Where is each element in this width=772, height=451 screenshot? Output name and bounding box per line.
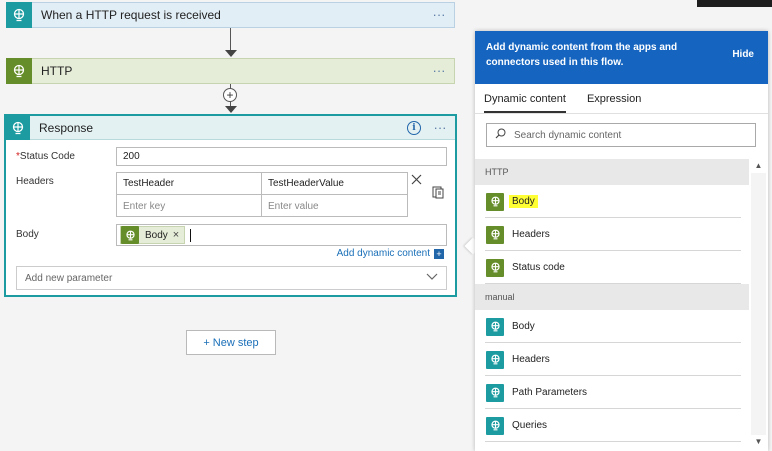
header-value-input[interactable]: TestHeaderValue (262, 173, 407, 195)
response-menu-button[interactable]: ··· (429, 121, 451, 134)
item-label: Headers (512, 229, 550, 240)
trigger-title: When a HTTP request is received (41, 8, 221, 22)
response-card[interactable]: Response i ··· *Status Code 200 Headers … (4, 114, 457, 297)
tab-dynamic-content[interactable]: Dynamic content (484, 93, 566, 113)
arrow-down-icon (225, 106, 237, 113)
chevron-down-icon (426, 272, 438, 284)
panel-tabs: Dynamic content Expression (475, 84, 768, 114)
globe-icon (486, 317, 504, 336)
http-globe-icon (6, 58, 32, 84)
window-corner (697, 0, 772, 7)
token-globe-icon (121, 226, 139, 244)
globe-icon (486, 383, 504, 402)
response-header[interactable]: Response i ··· (6, 115, 455, 140)
add-dynamic-content-link[interactable]: Add dynamic content (337, 248, 430, 259)
body-label: Body (16, 229, 39, 240)
globe-icon (486, 258, 504, 277)
http-card[interactable]: HTTP ··· (6, 58, 455, 84)
scroll-up-icon[interactable]: ▲ (751, 159, 766, 173)
item-label: Body (512, 321, 535, 332)
globe-icon (486, 192, 504, 211)
connector-line (230, 28, 231, 52)
search-icon (495, 128, 506, 142)
http-menu-button[interactable]: ··· (428, 64, 450, 77)
response-globe-icon (6, 115, 30, 140)
new-step-button[interactable]: + New step (186, 330, 276, 355)
switch-to-text-mode-button[interactable] (432, 186, 444, 202)
section-header-manual: manual (475, 284, 749, 310)
list-item-http-status-code[interactable]: Status code (475, 251, 749, 284)
trigger-menu-button[interactable]: ··· (428, 8, 450, 21)
text-mode-icon (432, 186, 444, 199)
list-item-manual-body[interactable]: Body (475, 310, 749, 343)
item-label: Path Parameters (512, 387, 588, 398)
list-item-manual-path-parameters[interactable]: Path Parameters (475, 376, 749, 409)
insert-step-button[interactable]: + (223, 88, 237, 102)
headers-table: TestHeader TestHeaderValue Enter key Ent… (116, 172, 408, 217)
section-header-http: HTTP (475, 159, 749, 185)
info-icon[interactable]: i (407, 120, 421, 135)
body-token-label: Body (145, 229, 168, 241)
scroll-down-icon[interactable]: ▼ (751, 435, 766, 449)
add-dynamic-content-icon[interactable]: + (434, 249, 444, 259)
status-code-input[interactable]: 200 (116, 147, 447, 166)
search-placeholder: Search dynamic content (514, 129, 622, 141)
new-header-value-input[interactable]: Enter value (262, 195, 407, 217)
list-item-manual-queries[interactable]: Queries (475, 409, 749, 442)
scroll-track[interactable] (751, 173, 766, 435)
globe-icon (486, 350, 504, 369)
list-item-http-headers[interactable]: Headers (475, 218, 749, 251)
dynamic-content-list: HTTP Body Headers Status code manual Bod… (475, 159, 749, 442)
new-header-key-input[interactable]: Enter key (117, 195, 262, 217)
globe-icon (486, 416, 504, 435)
close-icon (411, 174, 422, 185)
header-key-input[interactable]: TestHeader (117, 173, 262, 195)
item-label: Queries (512, 420, 548, 431)
body-token[interactable]: Body × (120, 226, 186, 244)
panel-header-text: Add dynamic content from the apps and co… (486, 42, 678, 68)
http-title: HTTP (41, 64, 73, 78)
body-input[interactable]: Body × (116, 224, 447, 246)
delete-header-button[interactable] (411, 174, 422, 188)
globe-icon (486, 225, 504, 244)
item-label: Headers (512, 354, 550, 365)
headers-label: Headers (16, 176, 54, 187)
item-label: Body (509, 195, 538, 208)
remove-token-button[interactable]: × (173, 229, 179, 241)
trigger-globe-icon (6, 2, 32, 28)
panel-scrollbar[interactable]: ▲ ▼ (751, 159, 766, 449)
panel-header: Add dynamic content from the apps and co… (475, 31, 768, 84)
status-code-label-text: Status Code (19, 151, 75, 162)
dynamic-content-panel: Add dynamic content from the apps and co… (475, 31, 768, 451)
hide-panel-button[interactable]: Hide (732, 49, 754, 60)
search-input[interactable]: Search dynamic content (486, 123, 756, 147)
add-new-parameter-dropdown[interactable]: Add new parameter (16, 266, 447, 290)
status-code-label: *Status Code (16, 151, 75, 162)
response-title: Response (39, 120, 94, 135)
text-cursor (190, 228, 192, 242)
search-area: Search dynamic content (475, 114, 768, 159)
tab-expression[interactable]: Expression (587, 93, 641, 113)
trigger-card[interactable]: When a HTTP request is received ··· (6, 2, 455, 28)
item-label: Status code (512, 262, 565, 273)
list-item-manual-headers[interactable]: Headers (475, 343, 749, 376)
arrow-down-icon (225, 50, 237, 57)
add-new-parameter-label: Add new parameter (25, 272, 113, 284)
list-item-http-body[interactable]: Body (475, 185, 749, 218)
